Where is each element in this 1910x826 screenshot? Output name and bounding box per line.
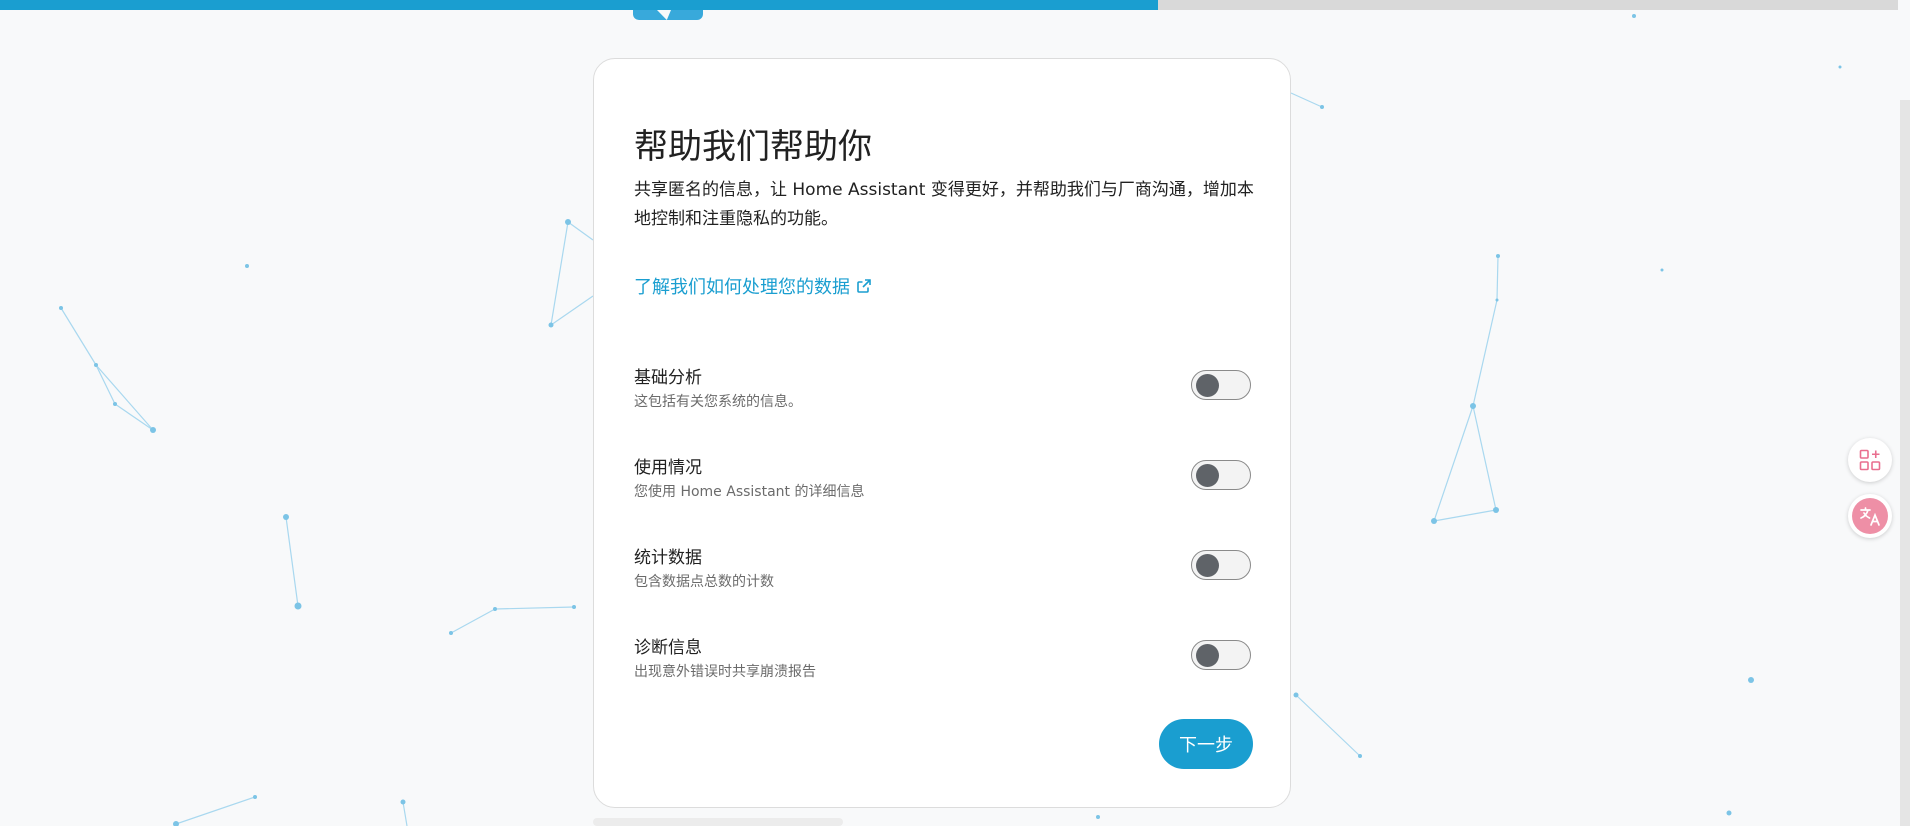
translate-icon — [1860, 507, 1880, 526]
loading-progress-bar — [0, 0, 1898, 10]
page-title: 帮助我们帮助你 — [634, 127, 872, 167]
translate-badge — [1852, 498, 1888, 534]
option-title: 基础分析 — [634, 368, 702, 388]
option-statistics: 统计数据 包含数据点总数的计数 — [634, 543, 1254, 599]
toggle-knob — [1196, 464, 1219, 487]
toggle-knob — [1196, 644, 1219, 667]
option-subtitle: 包含数据点总数的计数 — [634, 574, 774, 590]
option-basic-analytics: 基础分析 这包括有关您系统的信息。 — [634, 363, 1254, 419]
toggle-knob — [1196, 554, 1219, 577]
toggle-knob — [1196, 374, 1219, 397]
card-footer-shadow — [593, 818, 843, 826]
option-title: 统计数据 — [634, 548, 702, 568]
option-usage: 使用情况 您使用 Home Assistant 的详细信息 — [634, 453, 1254, 509]
option-title: 诊断信息 — [634, 638, 702, 658]
learn-data-handling-link[interactable]: 了解我们如何处理您的数据 — [634, 273, 872, 299]
option-title: 使用情况 — [634, 458, 702, 478]
floating-apps-button[interactable] — [1848, 438, 1892, 482]
learn-link-label: 了解我们如何处理您的数据 — [634, 277, 850, 298]
option-subtitle: 出现意外错误时共享崩溃报告 — [634, 664, 816, 680]
toggle-usage[interactable] — [1191, 460, 1251, 490]
toggle-basic-analytics[interactable] — [1191, 370, 1251, 400]
option-diagnostics: 诊断信息 出现意外错误时共享崩溃报告 — [634, 633, 1254, 689]
option-subtitle: 这包括有关您系统的信息。 — [634, 394, 802, 410]
logo-tab — [633, 10, 703, 20]
page-description: 共享匿名的信息，让 Home Assistant 变得更好，并帮助我们与厂商沟通… — [634, 180, 1254, 229]
apps-add-icon — [1859, 449, 1881, 471]
external-link-icon — [857, 279, 871, 293]
page-scrollbar[interactable] — [1900, 100, 1910, 826]
toggle-statistics[interactable] — [1191, 550, 1251, 580]
onboarding-analytics-card: 帮助我们帮助你 共享匿名的信息，让 Home Assistant 变得更好，并帮… — [593, 58, 1291, 808]
toggle-diagnostics[interactable] — [1191, 640, 1251, 670]
progress-fill — [0, 0, 1158, 10]
option-subtitle: 您使用 Home Assistant 的详细信息 — [634, 484, 865, 500]
floating-translate-button[interactable] — [1848, 494, 1892, 538]
next-button[interactable]: 下一步 — [1159, 719, 1253, 769]
